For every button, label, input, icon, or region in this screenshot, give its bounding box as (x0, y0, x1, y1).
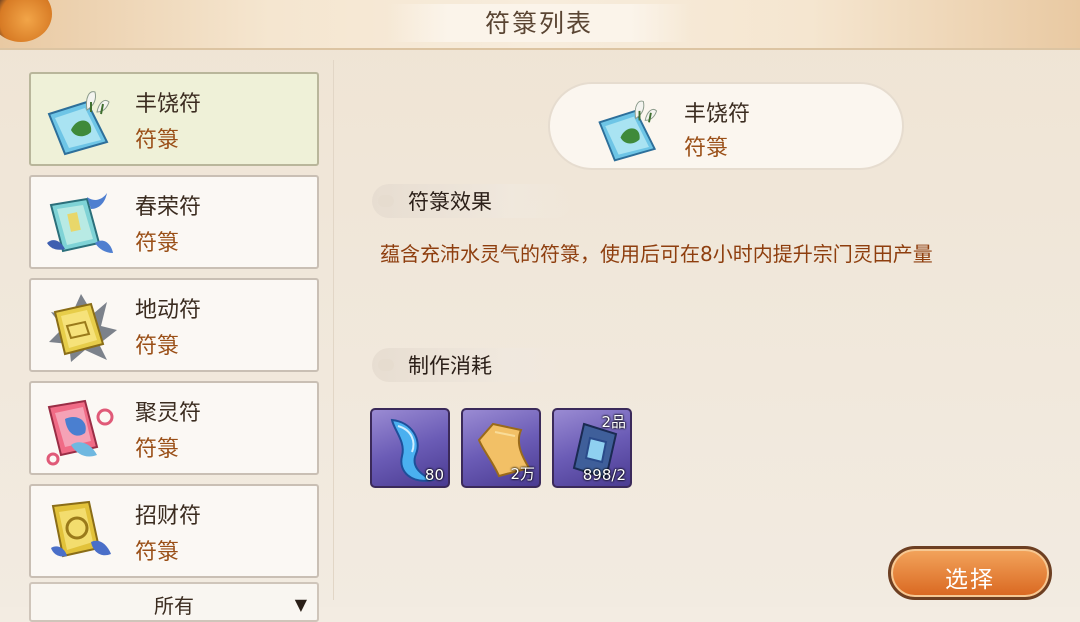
item-category: 符箓 (135, 334, 180, 359)
list-item[interactable]: 招财符 符箓 (29, 484, 319, 578)
item-category: 符箓 (135, 231, 180, 256)
effect-description: 蕴含充沛水灵气的符箓，使用后可在8小时内提升宗门灵田产量 (380, 242, 933, 266)
material-quantity: 80 (424, 466, 444, 484)
talisman-list: 丰饶符 符箓 春荣符 符箓 地动符 符箓 聚灵符 符箓 招财符 符箓 所有 ▼ (0, 50, 332, 622)
chevron-down-icon: ▼ (294, 595, 307, 614)
item-category: 符箓 (135, 540, 180, 565)
zhaocai-talisman-icon (51, 500, 111, 558)
item-name: 招财符 (135, 504, 202, 529)
filter-dropdown[interactable]: 所有 ▼ (29, 582, 319, 622)
item-category: 符箓 (135, 437, 180, 462)
juling-talisman-icon (46, 399, 114, 466)
panel-divider (333, 60, 334, 600)
material-slot[interactable]: 2万 (461, 408, 541, 488)
selected-item-card: 丰饶符 符箓 (548, 82, 904, 170)
list-item[interactable]: 地动符 符箓 (29, 278, 319, 372)
header-bar: 符箓列表 (0, 0, 1080, 50)
game-window: 符箓列表 丰饶符 符箓 春荣符 符箓 地动符 符箓 聚灵符 符箓 招财符 符箓 … (0, 0, 1080, 622)
material-slot[interactable]: 80 (370, 408, 450, 488)
filter-label: 所有 (154, 594, 194, 618)
list-item[interactable]: 丰饶符 符箓 (29, 72, 319, 166)
page-title: 符箓列表 (484, 9, 593, 38)
item-name: 地动符 (135, 298, 202, 323)
material-grade: 2品 (601, 413, 626, 431)
select-button[interactable]: 选择 (888, 546, 1052, 600)
didong-talisman-icon (49, 294, 117, 362)
effect-section-title: 符箓效果 (408, 190, 492, 214)
item-name: 春荣符 (135, 195, 202, 220)
item-name: 丰饶符 (135, 92, 202, 117)
select-button-label: 选择 (945, 567, 995, 593)
fengrao-talisman-icon (598, 100, 658, 162)
selected-item-category: 符箓 (684, 136, 729, 161)
fengrao-talisman-icon (47, 91, 110, 156)
material-slot[interactable]: 2品 898/2 (552, 408, 632, 488)
material-quantity: 2万 (510, 465, 535, 483)
list-item[interactable]: 聚灵符 符箓 (29, 381, 319, 475)
material-quantity: 898/2 (582, 466, 626, 484)
section-ornament-icon (378, 195, 394, 207)
chunrong-talisman-icon (47, 193, 113, 253)
cost-section-title: 制作消耗 (408, 354, 492, 378)
item-name: 聚灵符 (135, 401, 202, 426)
selected-item-name: 丰饶符 (684, 102, 751, 127)
list-item[interactable]: 春荣符 符箓 (29, 175, 319, 269)
section-ornament-icon (378, 359, 394, 371)
item-category: 符箓 (135, 128, 180, 153)
